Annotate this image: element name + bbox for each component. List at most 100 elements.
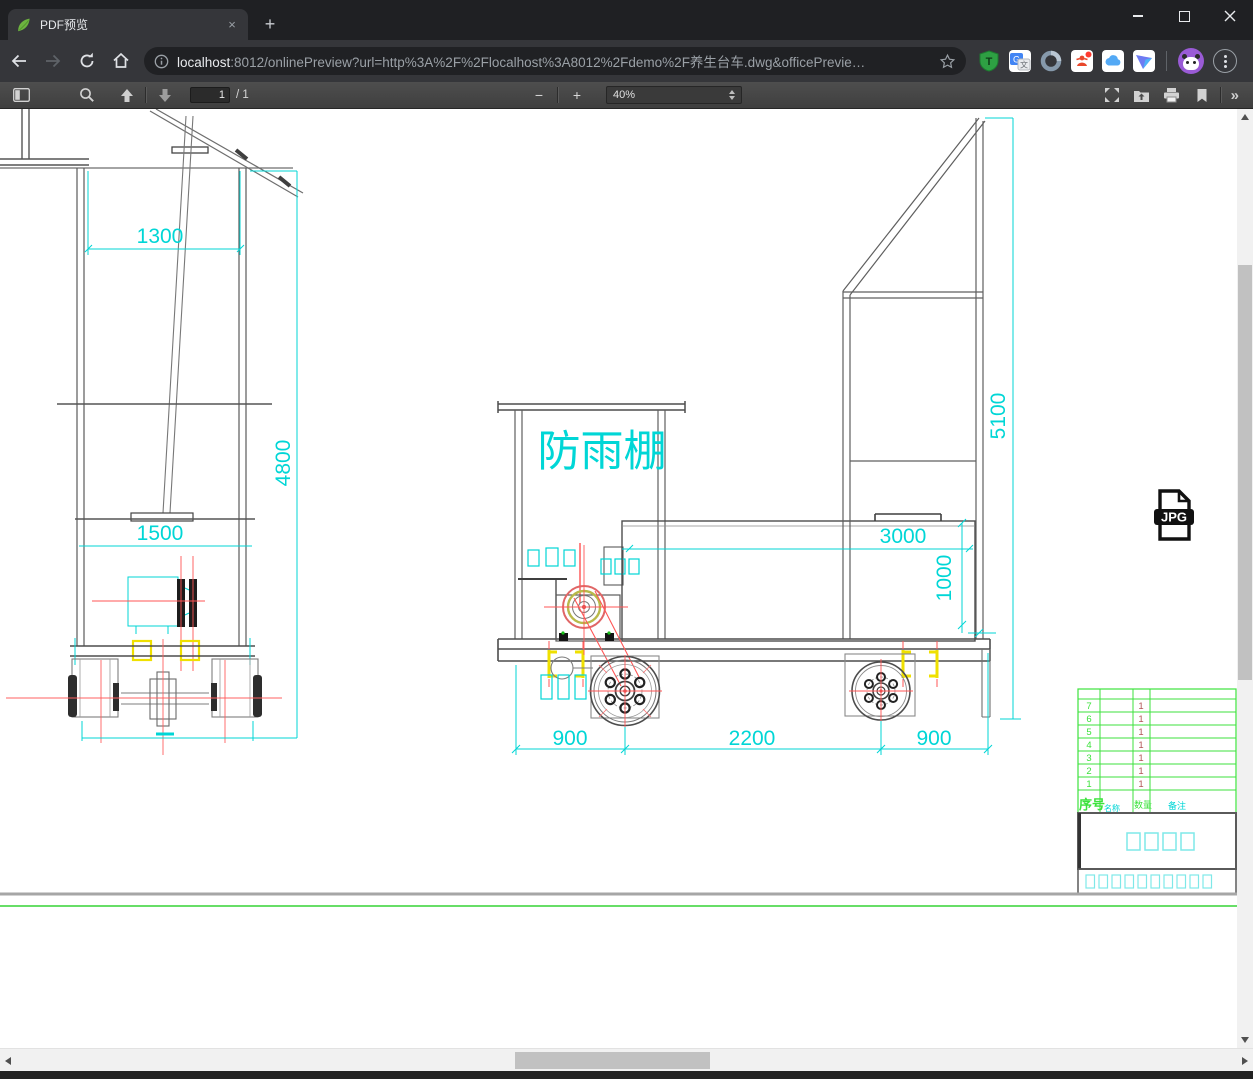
red-figure-extension-icon[interactable] — [1071, 50, 1093, 72]
bookmark-icon — [1197, 88, 1207, 102]
translate-extension-icon[interactable]: G 文 — [1009, 50, 1031, 72]
scroll-left-icon[interactable] — [5, 1057, 11, 1065]
close-icon — [1224, 10, 1236, 22]
url-host: localhost — [177, 55, 231, 70]
svg-text:1: 1 — [1138, 766, 1143, 777]
dim-left-span: 900 — [552, 727, 587, 750]
page-down-icon — [159, 88, 171, 102]
reload-button[interactable] — [72, 46, 102, 76]
close-button[interactable] — [1207, 0, 1253, 32]
front-view — [0, 109, 304, 755]
browser-menu-button[interactable] — [1213, 49, 1237, 73]
spring-leaf-favicon — [18, 18, 30, 31]
url-text: localhost:8012/onlinePreview?url=http%3A… — [177, 51, 939, 71]
more-tools-button[interactable]: » — [1231, 87, 1239, 104]
export-jpg-button[interactable]: JPG — [1150, 488, 1198, 542]
cloud-extension-icon[interactable] — [1102, 50, 1124, 72]
extensions-row: T G 文 — [978, 48, 1237, 74]
scroll-up-icon[interactable] — [1241, 114, 1249, 120]
forward-button[interactable] — [38, 46, 68, 76]
next-page-button[interactable] — [154, 84, 176, 106]
dim-front-width: 1300 — [137, 225, 184, 248]
zoom-out-button[interactable]: − — [528, 84, 550, 106]
svg-text:1: 1 — [1138, 701, 1143, 712]
window-bottom-edge — [0, 1071, 1253, 1079]
dim-mid-span: 2200 — [729, 727, 776, 750]
svg-text:7: 7 — [1086, 701, 1091, 712]
dim-right-span: 900 — [916, 727, 951, 750]
zoom-in-button[interactable]: + — [566, 84, 588, 106]
print-button[interactable] — [1161, 84, 1183, 106]
maximize-button[interactable] — [1161, 0, 1207, 32]
svg-text:T: T — [986, 56, 993, 68]
sidebar-toggle-icon — [12, 88, 30, 102]
find-button[interactable] — [76, 84, 98, 106]
svg-text:1: 1 — [1138, 740, 1143, 751]
dim-tank-height: 1000 — [933, 555, 956, 602]
open-file-button[interactable] — [1131, 84, 1153, 106]
front-view-dimensions: 1300 4800 1500 — [84, 170, 298, 739]
horizontal-scrollbar-thumb[interactable] — [515, 1052, 710, 1069]
subtitle-placeholder-glyphs — [1085, 874, 1213, 889]
svg-text:6: 6 — [1086, 714, 1091, 725]
pdf-viewer-toolbar: / 1 − + 40% — [0, 82, 1253, 109]
toolbar-separator — [1166, 51, 1167, 71]
svg-text:3: 3 — [1086, 753, 1091, 764]
current-view-bookmark-button[interactable] — [1191, 84, 1213, 106]
title-block-header-remark: 备注 — [1168, 800, 1186, 811]
minimize-button[interactable] — [1115, 0, 1161, 32]
sidebar-toggle-button[interactable] — [10, 84, 32, 106]
forward-icon — [46, 54, 61, 68]
browser-toolbar: localhost:8012/onlinePreview?url=http%3A… — [0, 40, 1253, 82]
tab-title: PDF预览 — [40, 18, 89, 32]
new-tab-button[interactable]: + — [258, 13, 282, 37]
dim-front-lower-width: 1500 — [137, 522, 184, 545]
svg-text:JPG: JPG — [1161, 510, 1187, 525]
tab-close-icon[interactable]: × — [224, 17, 240, 33]
svg-text:1: 1 — [1138, 753, 1143, 764]
home-icon — [113, 52, 129, 68]
vertical-scrollbar-thumb[interactable] — [1238, 265, 1252, 680]
tampermonkey-extension-icon[interactable]: T — [978, 50, 1000, 72]
title-block-header-qty: 数量 — [1134, 799, 1152, 810]
drawing-title-placeholder-glyphs — [1126, 832, 1195, 851]
page-info-icon[interactable] — [154, 54, 169, 69]
title-block: 7 1 6 1 5 1 4 1 3 1 2 1 1 1 序号 名称 数量 备注 — [1077, 688, 1237, 895]
search-icon — [80, 88, 94, 102]
bookmark-star-icon[interactable] — [939, 53, 956, 70]
back-icon — [11, 54, 26, 68]
print-icon — [1164, 88, 1180, 103]
jpg-file-icon: JPG — [1154, 489, 1194, 541]
scroll-right-icon[interactable] — [1242, 1057, 1248, 1065]
presentation-mode-button[interactable] — [1101, 84, 1123, 106]
scroll-down-icon[interactable] — [1241, 1037, 1249, 1043]
home-button[interactable] — [106, 46, 136, 76]
page-number-input[interactable] — [190, 87, 230, 103]
zoom-select-spinner-icon — [729, 90, 735, 100]
zoom-value: 40% — [613, 89, 636, 101]
vertical-scrollbar[interactable] — [1237, 109, 1253, 1048]
title-block-header-name: 名称 — [1104, 803, 1120, 813]
zoom-select[interactable]: 40% — [606, 86, 742, 104]
svg-text:4: 4 — [1086, 740, 1091, 751]
svg-text:1: 1 — [1138, 779, 1143, 790]
ring-extension-icon[interactable] — [1040, 50, 1062, 72]
svg-text:5: 5 — [1086, 727, 1091, 738]
window-controls — [1115, 0, 1253, 32]
profile-avatar[interactable] — [1178, 48, 1204, 74]
back-button[interactable] — [4, 46, 34, 76]
address-bar[interactable]: localhost:8012/onlinePreview?url=http%3A… — [144, 47, 966, 75]
svg-text:2: 2 — [1086, 766, 1091, 777]
dim-front-height: 4800 — [272, 440, 295, 487]
svg-text:1: 1 — [1086, 779, 1091, 790]
url-path: :8012/onlinePreview?url=http%3A%2F%2Floc… — [230, 55, 866, 70]
presentation-mode-icon — [1104, 88, 1119, 102]
bird-extension-icon[interactable] — [1133, 50, 1155, 72]
open-file-icon — [1134, 90, 1150, 102]
previous-page-button[interactable] — [116, 84, 138, 106]
browser-tab[interactable]: PDF预览 × — [8, 9, 248, 40]
dim-side-height: 5100 — [987, 393, 1010, 440]
title-block-header-index: 序号 — [1079, 797, 1105, 812]
horizontal-scrollbar[interactable] — [0, 1048, 1253, 1071]
svg-text:文: 文 — [1020, 60, 1028, 70]
